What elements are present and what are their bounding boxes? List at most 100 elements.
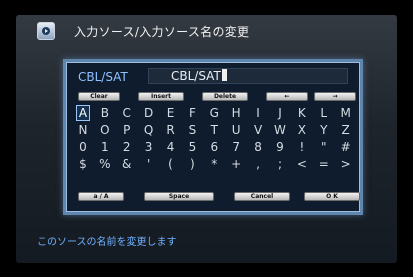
key-label: 5 <box>188 140 197 154</box>
key-label: % <box>99 157 111 171</box>
key[interactable]: F <box>181 105 203 122</box>
key[interactable]: U <box>225 122 247 139</box>
key[interactable]: $ <box>72 156 94 173</box>
key[interactable]: L <box>313 105 335 122</box>
key[interactable]: > <box>335 156 357 173</box>
key[interactable]: ; <box>269 156 291 173</box>
key[interactable]: = <box>313 156 335 173</box>
key[interactable]: D <box>138 105 160 122</box>
key[interactable]: , <box>247 156 269 173</box>
key[interactable]: K <box>291 105 313 122</box>
key[interactable]: E <box>160 105 182 122</box>
space-button[interactable]: Space <box>144 192 214 201</box>
key[interactable]: & <box>116 156 138 173</box>
ok-button[interactable]: O K <box>304 192 360 201</box>
key-label: ; <box>277 157 282 171</box>
key[interactable]: * <box>203 156 225 173</box>
key[interactable]: R <box>160 122 182 139</box>
key-label: F <box>188 106 196 120</box>
keyboard-row: 0 1 2 3 4 5 6 7 8 9! " # <box>72 139 357 156</box>
key-label: 2 <box>122 140 131 154</box>
key[interactable]: B <box>94 105 116 122</box>
key[interactable]: 4 <box>160 139 182 156</box>
key[interactable]: ) <box>181 156 203 173</box>
key-label: V <box>253 123 263 137</box>
key-label: J <box>278 106 282 120</box>
key-label: Z <box>341 123 350 137</box>
source-label: CBL/SAT <box>78 70 128 84</box>
key[interactable]: " <box>313 139 335 156</box>
key[interactable]: A <box>72 105 94 122</box>
key-label: & <box>122 157 132 171</box>
key-label: 0 <box>79 140 87 154</box>
key-label: E <box>166 106 175 120</box>
key-label: ( <box>168 157 173 171</box>
key-label: ' <box>146 157 151 171</box>
key-label: , <box>256 157 260 171</box>
key-label: L <box>320 106 328 120</box>
key-label: < <box>296 157 307 171</box>
key[interactable]: Q <box>138 122 160 139</box>
key-label: B <box>100 106 109 120</box>
cancel-button[interactable]: Cancel <box>234 192 290 201</box>
insert-button[interactable]: Insert <box>138 92 184 101</box>
delete-button[interactable]: Delete <box>202 92 248 101</box>
key-label: 4 <box>166 140 175 154</box>
key[interactable]: Y <box>313 122 335 139</box>
key[interactable]: < <box>291 156 313 173</box>
key[interactable]: Z <box>335 122 357 139</box>
cursor-left-button[interactable]: ← <box>266 92 308 101</box>
rename-panel: CBL/SAT CBL/SAT Clear Insert Delete ← → … <box>63 59 363 215</box>
key[interactable]: # <box>335 139 357 156</box>
bottom-button-row: a / A Space Cancel O K <box>78 192 366 201</box>
key[interactable]: V <box>247 122 269 139</box>
key[interactable]: 9 <box>269 139 291 156</box>
key[interactable]: 5 <box>181 139 203 156</box>
key-label: W <box>274 123 286 137</box>
key[interactable]: ' <box>138 156 160 173</box>
key[interactable]: S <box>181 122 203 139</box>
key[interactable]: ( <box>160 156 182 173</box>
key[interactable]: X <box>291 122 313 139</box>
key[interactable]: J <box>269 105 291 122</box>
key[interactable]: ! <box>291 139 313 156</box>
key[interactable]: O <box>94 122 116 139</box>
name-value: CBL/SAT <box>171 69 221 83</box>
name-input[interactable]: CBL/SAT <box>148 68 348 84</box>
key-label: 8 <box>254 140 262 154</box>
key-label: 7 <box>232 140 240 154</box>
key-label: O <box>100 123 110 137</box>
key[interactable]: I <box>247 105 269 122</box>
key[interactable]: 6 <box>203 139 225 156</box>
key[interactable]: M <box>335 105 357 122</box>
key[interactable]: 7 <box>225 139 247 156</box>
key[interactable]: W <box>269 122 291 139</box>
key-label: I <box>256 106 260 120</box>
title-bar: 入力ソース/入力ソース名の変更 <box>37 22 249 40</box>
key[interactable]: 0 <box>72 139 94 156</box>
key[interactable]: P <box>116 122 138 139</box>
key[interactable]: N <box>72 122 94 139</box>
key[interactable]: G <box>203 105 225 122</box>
key-label: H <box>231 106 241 120</box>
key[interactable]: 2 <box>116 139 138 156</box>
key[interactable]: C <box>116 105 138 122</box>
key-label: 1 <box>101 140 109 154</box>
key[interactable]: 1 <box>94 139 116 156</box>
key-label: D <box>143 106 154 120</box>
key[interactable]: T <box>203 122 225 139</box>
key[interactable]: 3 <box>138 139 160 156</box>
keyboard-row: $% & ' () * +,; < = > <box>72 156 357 173</box>
key[interactable]: H <box>225 105 247 122</box>
cursor-right-button[interactable]: → <box>314 92 356 101</box>
key[interactable]: 8 <box>247 139 269 156</box>
key-label: C <box>122 106 131 120</box>
keyboard-row: ABCDEFGH I J KLM <box>72 105 357 122</box>
keyboard-row: NOPQRSTUVWXYZ <box>72 122 357 139</box>
key-label: * <box>211 157 218 171</box>
key[interactable]: % <box>94 156 116 173</box>
key-label: N <box>78 123 88 137</box>
key[interactable]: + <box>225 156 247 173</box>
clear-button[interactable]: Clear <box>78 92 120 101</box>
case-toggle-button[interactable]: a / A <box>78 192 124 201</box>
